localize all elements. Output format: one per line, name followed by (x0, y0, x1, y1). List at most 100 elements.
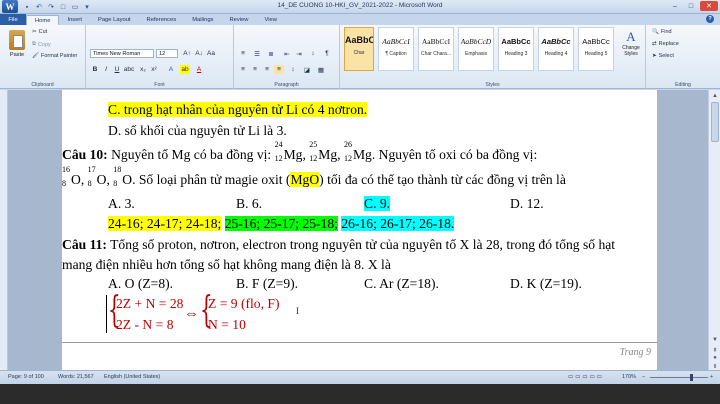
footer-separator (62, 342, 657, 343)
select-button[interactable]: ➤ Select (652, 53, 674, 59)
tab-mailings[interactable]: Mailings (184, 15, 221, 25)
find-button[interactable]: 🔍 Find (652, 29, 672, 35)
word-count[interactable]: Words: 21,567 (58, 374, 94, 380)
minimize-button[interactable]: – (668, 1, 682, 11)
prev-page-icon[interactable]: ⇞ (711, 346, 719, 354)
clipboard-label: Clipboard (31, 82, 54, 88)
replace-icon: ⇄ (652, 41, 657, 47)
grow-font-icon[interactable]: A↑ (182, 49, 192, 58)
paragraph-group: ≡ ☰ ≣ ⇤ ⇥ ↕ ¶ ≡ ≡ ≡ ≡ ↕ ◪ ▦ Paragraph (234, 25, 340, 89)
status-bar-area: Page: 9 of 100 Words: 21,567 English (Un… (0, 370, 720, 404)
highlight-icon[interactable]: ab (180, 65, 190, 74)
font-family-select[interactable]: Times New Roman (90, 49, 154, 58)
style-char[interactable]: AaBbC Char (344, 27, 374, 71)
select-browse-icon[interactable]: ● (711, 354, 719, 362)
tab-insert[interactable]: Insert (59, 15, 90, 25)
maximize-button[interactable]: □ (684, 1, 698, 11)
tab-page-layout[interactable]: Page Layout (90, 15, 139, 25)
zoom-in-icon[interactable]: + (710, 374, 713, 380)
help-icon[interactable]: ? (706, 15, 714, 23)
superscript-icon[interactable]: x² (149, 65, 159, 74)
decrease-indent-icon[interactable]: ⇤ (282, 49, 292, 58)
zoom-level[interactable]: 170% (622, 374, 636, 380)
zoom-slider-thumb[interactable] (690, 374, 693, 381)
binoculars-icon: 🔍 (652, 29, 659, 35)
view-buttons[interactable]: ▭▭▭▭▭ (568, 374, 604, 380)
option-c-line: C. trong hạt nhân của nguyên tử Li có 4 … (108, 102, 368, 117)
scroll-down-icon[interactable]: ▼ (711, 336, 719, 344)
style-heading-3[interactable]: AaBbCc Heading 3 (498, 27, 534, 71)
q10-option-b: B. 6. (236, 196, 263, 211)
font-size-select[interactable]: 12 (156, 49, 178, 58)
page-footer: Trang 9 (619, 347, 651, 358)
equation-1: 2Z + N = 28 (116, 296, 184, 311)
scroll-up-icon[interactable]: ▲ (711, 92, 719, 100)
borders-icon[interactable]: ▦ (316, 65, 326, 74)
sort-icon[interactable]: ↕ (308, 49, 318, 58)
close-button[interactable]: ✕ (700, 1, 718, 11)
tab-review[interactable]: Review (221, 15, 256, 25)
copy-icon: ⧉ (32, 41, 36, 47)
question-10-line-1: Câu 10: Nguyên tố Mg có ba đồng vị: 24 12… (62, 140, 538, 163)
scissors-icon: ✂ (32, 29, 37, 35)
page-count[interactable]: Page: 9 of 100 (8, 374, 44, 380)
tab-view[interactable]: View (256, 15, 284, 25)
cut-button[interactable]: ✂ Cut (32, 29, 47, 35)
tab-references[interactable]: References (139, 15, 185, 25)
align-right-icon[interactable]: ≡ (262, 65, 272, 74)
italic-button[interactable]: I (101, 65, 111, 74)
zoom-slider[interactable] (650, 377, 708, 378)
zoom-out-icon[interactable]: − (642, 374, 645, 380)
tab-file[interactable]: File (0, 14, 26, 25)
copy-button[interactable]: ⧉ Copy (32, 41, 51, 48)
styles-label: Styles (485, 82, 500, 88)
i-beam-cursor-icon: Ι (296, 306, 299, 316)
scroll-thumb[interactable] (711, 102, 719, 142)
multilevel-icon[interactable]: ≣ (266, 49, 276, 58)
paste-button[interactable]: Paste (6, 30, 28, 66)
document-page[interactable]: C. trong hạt nhân của nguyên tử Li có 4 … (62, 90, 657, 370)
font-color-icon[interactable]: A (194, 65, 204, 74)
underline-button[interactable]: U (112, 65, 122, 74)
next-page-icon[interactable]: ⇟ (711, 362, 719, 370)
bold-button[interactable]: B (90, 65, 100, 74)
align-left-icon[interactable]: ≡ (238, 65, 248, 74)
style-char-chara[interactable]: AaBbCcI Char Chara... (418, 27, 454, 71)
strikethrough-icon[interactable]: abc (124, 65, 134, 74)
result-2: N = 10 (208, 317, 246, 332)
format-painter-button[interactable]: 🖌 Format Painter (32, 53, 77, 59)
line-spacing-icon[interactable]: ↕ (288, 65, 298, 74)
title-bar: W ▪ ↶ ↷ □ ▭ ▾ 14_DE CUONG 10-HKI_GV_2021… (0, 0, 720, 14)
subscript-icon[interactable]: x₂ (138, 65, 148, 74)
change-case-icon[interactable]: Aa (206, 49, 216, 58)
isotope-combinations: 24-16; 24-17; 24-18; 25-16; 25-17; 25-18… (108, 216, 455, 231)
language-indicator[interactable]: English (United States) (104, 374, 160, 380)
style-caption[interactable]: AaBbCcI ¶ Caption (378, 27, 414, 71)
replace-button[interactable]: ⇄ Replace (652, 41, 679, 47)
increase-indent-icon[interactable]: ⇥ (294, 49, 304, 58)
paragraph-label: Paragraph (274, 82, 299, 88)
equivalence-arrow: ⇔ (184, 306, 199, 322)
q10-option-d: D. 12. (510, 196, 544, 211)
bullets-icon[interactable]: ≡ (238, 49, 248, 58)
mgo-highlight: MgO (290, 172, 320, 187)
show-marks-icon[interactable]: ¶ (322, 49, 332, 58)
text-effects-icon[interactable]: A (166, 65, 176, 74)
option-d-line: D. số khối của nguyên tử Li là 3. (108, 123, 287, 138)
change-styles-icon: A (626, 29, 636, 44)
justify-icon[interactable]: ≡ (274, 65, 284, 74)
style-heading-4[interactable]: AaBbCc Heading 4 (538, 27, 574, 71)
vertical-scrollbar[interactable]: ▲ ▼ ⇞ ● ⇟ (708, 90, 720, 370)
change-styles-button[interactable]: A Change Styles (618, 27, 644, 73)
style-emphasis[interactable]: AaBbCcD Emphasis (458, 27, 494, 71)
numbering-icon[interactable]: ☰ (252, 49, 262, 58)
question-10-line-2: 16 8 O, 17 8 O, 18 8 O. Số loại phân tử magie … (62, 165, 566, 188)
shading-icon[interactable]: ◪ (302, 65, 312, 74)
shrink-font-icon[interactable]: A↓ (194, 49, 204, 58)
paste-icon (9, 30, 25, 50)
align-center-icon[interactable]: ≡ (250, 65, 260, 74)
clipboard-group: Paste ✂ Cut ⧉ Copy 🖌 Format Painter Clipboa… (0, 25, 86, 89)
tab-home[interactable]: Home (26, 15, 60, 25)
q10-option-c: C. 9. (364, 196, 391, 211)
style-heading-5[interactable]: AaBbCc Heading 5 (578, 27, 614, 71)
